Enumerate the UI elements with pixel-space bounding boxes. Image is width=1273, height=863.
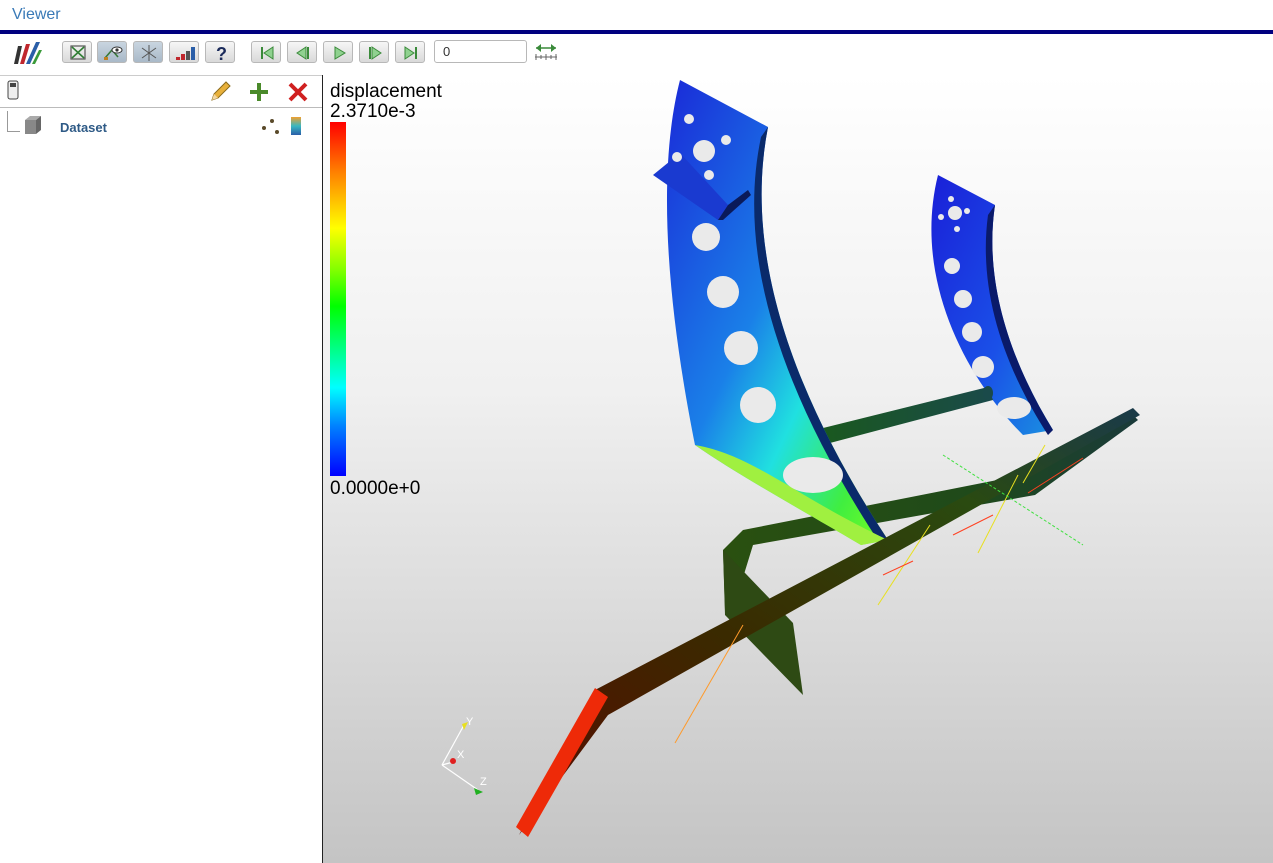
next-frame-button[interactable] (359, 41, 389, 63)
dataset-label: Dataset (60, 120, 107, 135)
question-icon: ? (216, 44, 227, 64)
bottom-bar-end-cap (516, 688, 608, 837)
play-icon (334, 46, 346, 60)
colorbar-min-label: 0.0000e+0 (330, 478, 421, 499)
representation-points-icon[interactable] (260, 115, 282, 137)
pipeline-panel: Dataset (0, 75, 323, 863)
next-frame-icon (369, 46, 382, 60)
eye-icon (104, 46, 123, 60)
z-axis-label: Z (480, 776, 487, 788)
pipeline-item[interactable]: Dataset (0, 111, 322, 139)
tree-connector (7, 111, 20, 132)
toggle-visibility-button[interactable] (97, 41, 127, 63)
time-input[interactable] (434, 40, 527, 63)
add-icon[interactable] (247, 80, 271, 104)
scale-ruler-icon[interactable] (533, 41, 559, 63)
first-frame-icon (261, 46, 274, 60)
colorbar-icon (176, 47, 195, 60)
pipeline-header (0, 75, 322, 108)
render-viewport[interactable]: displacement 2.3710e-3 0.0000e+0 Y X Z (323, 75, 1273, 863)
rod-end (983, 386, 993, 400)
last-frame-button[interactable] (395, 41, 425, 63)
pipeline-source-icon[interactable] (6, 80, 20, 102)
delete-icon[interactable] (286, 80, 310, 104)
last-frame-icon (404, 46, 417, 60)
window-title: Viewer (12, 6, 61, 23)
toggle-orientation-axes-button[interactable] (133, 41, 163, 63)
toggle-colorbar-button[interactable] (169, 41, 199, 63)
previous-frame-icon (296, 46, 309, 60)
app-logo-icon (14, 42, 42, 64)
y-axis-label: Y (466, 716, 474, 728)
reset-camera-button[interactable] (62, 41, 92, 63)
svg-text:?: ? (216, 44, 227, 64)
help-button[interactable]: ? (205, 41, 235, 64)
axes-icon (141, 45, 157, 61)
connecting-rod (803, 387, 993, 448)
title-rule (0, 30, 1273, 34)
first-frame-button[interactable] (251, 41, 281, 63)
z-axis-arrow (474, 788, 483, 795)
toolbar: ? (0, 35, 1273, 73)
dataset-cube-icon (25, 116, 41, 134)
color-legend-icon[interactable] (289, 115, 303, 137)
pencil-icon[interactable] (208, 80, 234, 104)
colorbar-gradient (330, 122, 346, 476)
orientation-axes: Y X Z (441, 716, 487, 795)
x-axis-label: X (457, 749, 465, 761)
reset-camera-icon (70, 45, 86, 60)
title-bar: Viewer (0, 0, 1273, 30)
colorbar-title: displacement (330, 81, 442, 102)
colorbar-max-label: 2.3710e-3 (330, 101, 416, 122)
play-button[interactable] (323, 41, 353, 63)
previous-frame-button[interactable] (287, 41, 317, 63)
x-axis-marker (450, 758, 456, 764)
